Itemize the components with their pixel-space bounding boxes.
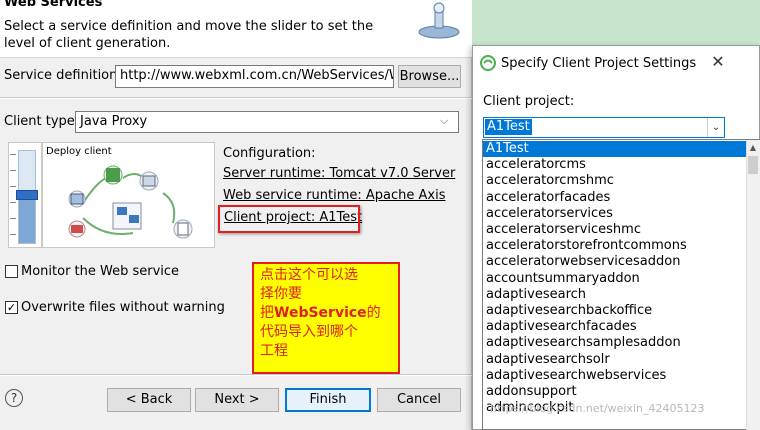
watermark: https://blog.csdn.net/weixin_42405123 [490, 402, 705, 415]
slider-tick [10, 218, 16, 219]
help-icon[interactable]: ? [5, 389, 23, 407]
dropdown-option[interactable]: adaptivesearchbackoffice [483, 303, 746, 319]
client-type-select[interactable]: Java Proxy [75, 111, 459, 133]
annotation-line: 代码导入到哪个 [260, 324, 358, 340]
wizard-title: Web Services [4, 0, 103, 10]
client-project-label: Client project: [483, 94, 575, 109]
annotation-callout: 点击这个可以选 择你要 把WebService的 代码导入到哪个 工程 [252, 262, 400, 374]
cancel-button[interactable]: Cancel [377, 388, 461, 412]
overwrite-files-checkbox[interactable]: ✓ [5, 301, 18, 314]
client-project-selected[interactable]: A1Test [485, 119, 532, 135]
dropdown-option[interactable]: adaptivesearchfacades [483, 319, 746, 335]
dropdown-option[interactable]: acceleratorservices [483, 206, 746, 222]
web-service-runtime-link[interactable]: Web service runtime: Apache Axis [223, 188, 445, 203]
client-generation-diagram [42, 142, 215, 248]
eclipse-icon [480, 55, 496, 71]
annotation-line: 择你要 [260, 286, 302, 302]
slider-tick [10, 154, 16, 155]
annotation-text: 的 [366, 305, 381, 321]
slider-tick [10, 234, 16, 235]
dropdown-option[interactable]: acceleratorwebservicesaddon [483, 254, 746, 270]
separator [0, 374, 472, 376]
dropdown-option[interactable]: acceleratorstorefrontcommons [483, 238, 746, 254]
dropdown-option[interactable]: acceleratorcms [483, 157, 746, 173]
dialog-title: Specify Client Project Settings [501, 56, 697, 71]
service-definition-input[interactable]: http://www.webxml.com.cn/WebServices/W [115, 65, 394, 88]
dropdown-option[interactable]: adaptivesearchsamplesaddon [483, 335, 746, 351]
slider-tick [10, 186, 16, 187]
separator [0, 97, 472, 99]
back-button[interactable]: < Back [107, 388, 191, 412]
chevron-down-icon[interactable]: ⌵ [440, 114, 454, 128]
overwrite-files-label: Overwrite files without warning [21, 300, 225, 315]
slider-level-label: Deploy client [46, 146, 112, 157]
slider-tick [10, 170, 16, 171]
dropdown-option[interactable]: A1Test [483, 141, 746, 157]
dropdown-option[interactable]: adaptivesearchwebservices [483, 368, 746, 384]
dropdown-option[interactable]: acceleratorfacades [483, 190, 746, 206]
monitor-web-service-checkbox[interactable] [5, 265, 18, 278]
dropdown-option[interactable]: adaptivesearch [483, 287, 746, 303]
finish-button[interactable]: Finish [285, 388, 371, 412]
dropdown-option[interactable]: acceleratorserviceshmc [483, 222, 746, 238]
annotation-highlight-box [218, 205, 360, 233]
dropdown-scrollbar[interactable] [746, 140, 760, 430]
dropdown-option[interactable]: accountsummaryaddon [483, 271, 746, 287]
web-service-banner-icon [414, 0, 464, 40]
wizard-description: Select a service definition and move the… [4, 19, 374, 51]
annotation-text: 把 [260, 305, 274, 321]
annotation-bold-text: WebService [274, 305, 367, 321]
service-definition-label: Service definition: [4, 68, 122, 83]
configuration-label: Configuration: [223, 146, 316, 161]
next-button[interactable]: Next > [195, 388, 279, 412]
annotation-line: 点击这个可以选 [260, 267, 358, 283]
dropdown-option[interactable]: acceleratorcmshmc [483, 173, 746, 189]
close-icon[interactable]: ✕ [709, 53, 727, 71]
monitor-web-service-label: Monitor the Web service [21, 264, 180, 279]
scrollbar-thumb[interactable] [748, 156, 758, 174]
browse-button[interactable]: Browse... [398, 65, 461, 88]
slider-tick [10, 202, 16, 203]
server-runtime-link[interactable]: Server runtime: Tomcat v7.0 Server [223, 166, 455, 181]
checkmark-icon: ✓ [6, 301, 17, 314]
dropdown-option[interactable]: adaptivesearchsolr [483, 352, 746, 368]
dropdown-option[interactable]: addonsupport [483, 384, 746, 400]
annotation-line: 把WebService的 [260, 304, 392, 323]
annotation-line: 工程 [260, 343, 288, 359]
chevron-down-icon[interactable]: ⌄ [707, 118, 724, 137]
scroll-up-icon[interactable]: ▲ [746, 140, 760, 156]
client-type-label: Client type: [4, 114, 80, 129]
slider-fill [19, 196, 35, 243]
slider-thumb[interactable] [16, 190, 38, 200]
